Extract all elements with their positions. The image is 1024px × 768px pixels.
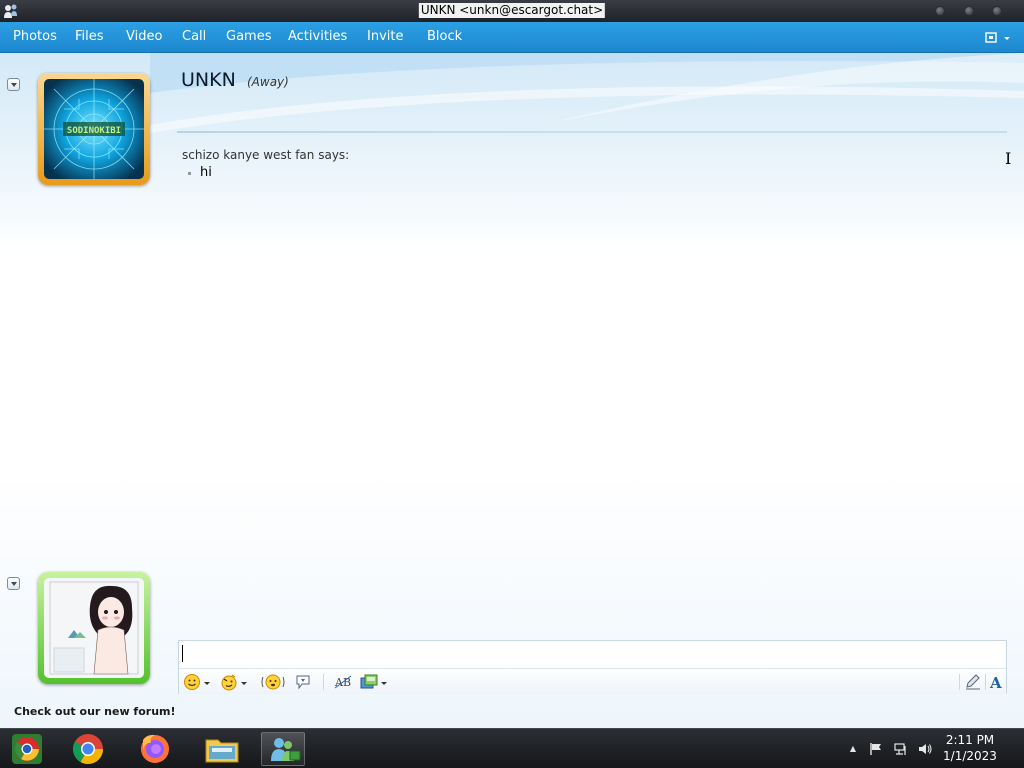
chrome-icon[interactable] bbox=[66, 732, 110, 766]
title-bar: UNKN <unkn@escargot.chat> bbox=[0, 0, 1024, 22]
menu-invite[interactable]: Invite bbox=[367, 29, 403, 44]
wink-icon[interactable] bbox=[220, 673, 238, 691]
firefox-icon[interactable] bbox=[133, 732, 177, 766]
collapse-contact-avatar-button[interactable] bbox=[7, 78, 20, 91]
menu-bar: Photos Files Video Call Games Activities… bbox=[0, 22, 1024, 53]
collapse-user-avatar-button[interactable] bbox=[7, 577, 20, 590]
handwriting-ab-icon[interactable]: A B bbox=[334, 673, 352, 691]
nudge-icon[interactable] bbox=[261, 673, 285, 691]
network-icon[interactable] bbox=[894, 742, 908, 756]
window-title: UNKN <unkn@escargot.chat> bbox=[418, 3, 606, 18]
svg-text:B: B bbox=[343, 676, 351, 689]
svg-text:A: A bbox=[989, 674, 1002, 691]
contact-status: (Away) bbox=[247, 75, 289, 89]
menu-files[interactable]: Files bbox=[75, 29, 104, 44]
header-decoration bbox=[150, 53, 1024, 133]
conversation-pane: SODINOKIBI UNKN (Away) schizo kanye west… bbox=[0, 53, 1024, 728]
mouse-ibeam-cursor: I bbox=[1005, 149, 1012, 168]
wink-dropdown[interactable] bbox=[241, 682, 247, 685]
messenger-taskbar-button[interactable] bbox=[261, 732, 305, 766]
message-bullet bbox=[188, 172, 191, 175]
message-input[interactable] bbox=[179, 641, 1006, 667]
volume-icon[interactable] bbox=[918, 742, 932, 756]
tray-expand-icon[interactable]: ▲ bbox=[846, 742, 860, 756]
pen-icon[interactable] bbox=[964, 673, 982, 691]
menu-games[interactable]: Games bbox=[226, 29, 271, 44]
background-icon[interactable] bbox=[360, 673, 378, 691]
minimize-button[interactable] bbox=[935, 6, 945, 16]
message-text: hi bbox=[200, 165, 212, 180]
background-dropdown[interactable] bbox=[381, 682, 387, 685]
promo-link[interactable]: Check out our new forum! bbox=[14, 705, 176, 718]
contact-avatar-image: SODINOKIBI bbox=[44, 79, 144, 179]
menu-activities[interactable]: Activities bbox=[288, 29, 347, 44]
user-avatar-image bbox=[44, 578, 144, 678]
taskbar-clock[interactable]: 2:11 PM 1/1/2023 bbox=[940, 732, 1000, 764]
header-divider bbox=[177, 131, 1007, 133]
toolbar-separator bbox=[959, 674, 960, 690]
toolbar-separator bbox=[985, 674, 986, 690]
clock-time: 2:11 PM bbox=[945, 733, 995, 747]
toolbar-separator bbox=[323, 674, 324, 690]
taskbar: ▲ 2:11 PM 1/1/2023 bbox=[0, 728, 1024, 768]
contact-avatar[interactable]: SODINOKIBI bbox=[38, 73, 150, 185]
file-explorer-icon[interactable] bbox=[200, 732, 244, 766]
chromium-icon[interactable] bbox=[5, 732, 49, 766]
menu-video[interactable]: Video bbox=[126, 29, 162, 44]
voice-clip-icon[interactable] bbox=[294, 673, 312, 691]
action-center-flag-icon[interactable] bbox=[869, 742, 883, 756]
message-sender: schizo kanye west fan says: bbox=[182, 148, 350, 162]
contact-name: UNKN bbox=[181, 69, 236, 91]
layout-icon bbox=[985, 32, 1010, 43]
menu-photos[interactable]: Photos bbox=[13, 29, 57, 44]
user-avatar[interactable] bbox=[38, 572, 150, 684]
clock-date: 1/1/2023 bbox=[943, 749, 997, 763]
font-icon[interactable]: A bbox=[988, 673, 1006, 691]
compose-box: A B A bbox=[178, 640, 1007, 694]
compose-toolbar: A B A bbox=[179, 668, 1006, 694]
messenger-icon bbox=[271, 738, 301, 761]
svg-text:SODINOKIBI: SODINOKIBI bbox=[67, 126, 121, 136]
layout-menu-button[interactable] bbox=[984, 29, 1014, 47]
menu-call[interactable]: Call bbox=[182, 29, 206, 44]
emoticon-icon[interactable] bbox=[183, 673, 201, 691]
messenger-app-icon[interactable] bbox=[3, 3, 19, 19]
close-button[interactable] bbox=[992, 6, 1002, 16]
text-caret bbox=[182, 645, 183, 662]
emoticon-dropdown[interactable] bbox=[204, 682, 210, 685]
menu-block[interactable]: Block bbox=[427, 29, 462, 44]
maximize-button[interactable] bbox=[964, 6, 974, 16]
